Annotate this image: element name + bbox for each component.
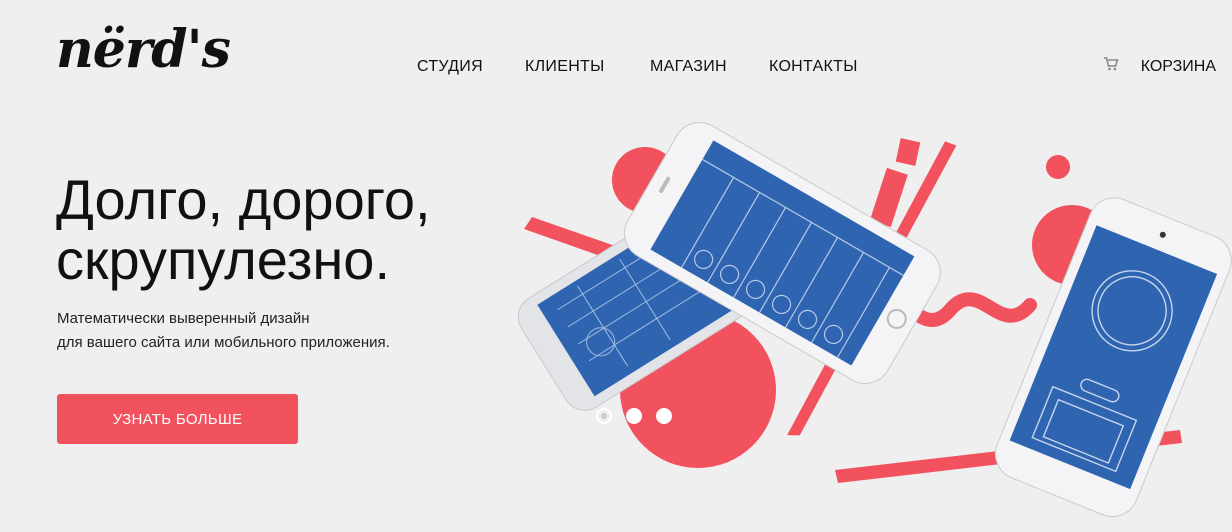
cart-label: КОРЗИНА	[1140, 57, 1216, 75]
slider-dot-2[interactable]	[626, 408, 642, 424]
hero-subtitle: Математически выверенный дизайн для ваше…	[57, 307, 390, 355]
subtitle-line-2: для вашего сайта или мобильного приложен…	[57, 334, 390, 351]
slider-dot-3[interactable]	[656, 408, 672, 424]
nav-item-clients[interactable]: КЛИЕНТЫ	[525, 58, 605, 76]
cart-link[interactable]: КОРЗИНА	[1103, 56, 1216, 77]
cart-icon	[1103, 56, 1119, 77]
nav-item-shop[interactable]: МАГАЗИН	[650, 58, 727, 76]
slider-dots	[596, 408, 672, 424]
nav-item-contacts[interactable]: КОНТАКТЫ	[769, 58, 858, 76]
headline-line-1: Долго, дорого,	[56, 168, 431, 231]
slider-dot-1[interactable]	[596, 408, 612, 424]
headline-line-2: скрупулезно.	[56, 228, 391, 291]
phone-front	[994, 197, 1232, 517]
subtitle-line-1: Математически выверенный дизайн	[57, 310, 310, 327]
hero-headline: Долго, дорого, скрупулезно.	[56, 170, 431, 290]
logo[interactable]: nërd's	[56, 24, 231, 76]
nav-item-studio[interactable]: СТУДИЯ	[417, 58, 483, 76]
learn-more-button[interactable]: УЗНАТЬ БОЛЬШЕ	[57, 394, 298, 444]
hero-illustration	[517, 122, 1232, 517]
